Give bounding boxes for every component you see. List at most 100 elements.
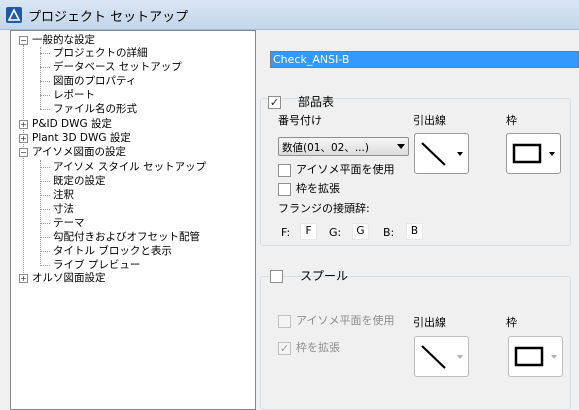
numbering-value: 数値(01、02、...) <box>282 142 369 154</box>
tree-item-label: プロジェクトの詳細 <box>53 47 148 59</box>
tree-item-live-preview[interactable]: ライブ プレビュー <box>53 258 253 272</box>
settings-tree[interactable]: − 一般的な設定 プロジェクトの詳細 データベース セットアップ 図面のプロパテ… <box>10 30 256 410</box>
spool-frame-label: 枠 <box>506 316 517 329</box>
tree-item-label: アイソメ スタイル セットアップ <box>53 161 207 173</box>
tree-item-drawing-properties[interactable]: 図面のプロパティ <box>53 74 253 88</box>
tree-line <box>40 181 50 182</box>
collapse-icon[interactable]: − <box>19 148 28 157</box>
tree-line <box>40 223 50 224</box>
tree-item-label: 寸法 <box>53 203 74 215</box>
tree-line <box>40 160 41 264</box>
tree-line <box>23 45 24 277</box>
spool-use-iso-plane-checkbox[interactable] <box>278 315 291 328</box>
spool-leader-label: 引出線 <box>413 316 446 329</box>
tree-line <box>40 53 50 54</box>
tree-item-label: アイソメ図面の設定 <box>32 146 126 158</box>
frame-label: 枠 <box>506 114 517 127</box>
flange-b-input[interactable]: B <box>406 223 423 240</box>
tree-line <box>40 265 50 266</box>
tree-item-title-block-display[interactable]: タイトル ブロックと表示 <box>53 244 253 258</box>
dropdown-arrow-icon <box>549 152 555 156</box>
flange-g-key: G: <box>329 226 342 239</box>
tree-item-label: ライブ プレビュー <box>53 259 141 271</box>
expand-icon[interactable]: + <box>19 274 28 283</box>
tree-item-report[interactable]: レポート <box>53 88 253 102</box>
spool-label: スプール <box>300 269 349 283</box>
diagonal-line-icon <box>421 345 446 369</box>
tree-item-label: Plant 3D DWG 設定 <box>32 132 131 144</box>
tree-item-annotation[interactable]: 注釈 <box>53 188 253 202</box>
style-name-field[interactable]: Check_ANSI-B <box>270 51 579 68</box>
leader-picker[interactable] <box>414 133 469 174</box>
collapse-icon[interactable]: − <box>19 36 28 45</box>
tree-item-label: 勾配付きおよびオフセット配管 <box>53 231 200 243</box>
tree-item-label: 注釈 <box>53 189 74 201</box>
rectangle-frame-icon <box>514 346 544 367</box>
dropdown-arrow-icon <box>551 355 557 359</box>
expand-frame-checkbox[interactable] <box>278 183 291 196</box>
use-iso-plane-checkbox[interactable] <box>278 164 291 177</box>
tree-item-dimensions[interactable]: 寸法 <box>53 202 253 216</box>
tree-line <box>40 47 41 109</box>
use-iso-plane-label: アイソメ平面を使用 <box>296 163 395 176</box>
expand-icon[interactable]: + <box>19 120 28 129</box>
dropdown-arrow-icon <box>457 355 463 359</box>
rectangle-frame-icon <box>512 143 542 164</box>
tree-item-file-name-format[interactable]: ファイル名の形式 <box>53 102 253 116</box>
tree-item-label: 既定の設定 <box>53 175 106 187</box>
tree-item-label: レポート <box>53 89 95 101</box>
dropdown-arrow-icon <box>457 152 463 156</box>
expand-icon[interactable]: + <box>19 134 28 143</box>
tree-item-ortho-drawing-settings[interactable]: + オルソ図面設定 <box>14 271 254 285</box>
tree-item-iso-style-setup[interactable]: アイソメ スタイル セットアップ <box>53 160 253 174</box>
settings-panel: Check_ANSI-B ✓ 部品表 番号付け 数値(01、02、...) 引出… <box>256 30 579 410</box>
dropdown-arrow-icon <box>397 144 405 149</box>
tree-item-iso-drawing-settings[interactable]: − アイソメ図面の設定 <box>14 145 254 159</box>
tree-item-project-details[interactable]: プロジェクトの詳細 <box>53 46 253 60</box>
autocad-logo-icon <box>6 7 22 23</box>
tree-line <box>40 167 50 168</box>
spool-leader-picker[interactable] <box>414 336 469 377</box>
tree-item-label: 一般的な設定 <box>32 34 95 46</box>
spool-checkbox[interactable] <box>270 270 283 283</box>
tree-line <box>40 95 50 96</box>
spool-expand-frame-checkbox[interactable]: ✓ <box>278 342 291 355</box>
frame-picker[interactable] <box>506 133 561 174</box>
tree-line <box>40 81 50 82</box>
tree-item-label: タイトル ブロックと表示 <box>53 245 172 257</box>
title-bar: プロジェクト セットアップ <box>0 0 579 30</box>
numbering-label: 番号付け <box>278 114 322 127</box>
spool-frame-picker[interactable] <box>508 336 563 377</box>
tree-line <box>40 209 50 210</box>
spool-use-iso-plane-label: アイソメ平面を使用 <box>296 314 395 327</box>
tree-item-label: 図面のプロパティ <box>53 75 137 87</box>
tree-item-database-setup[interactable]: データベース セットアップ <box>53 60 253 74</box>
parts-list-label: 部品表 <box>298 95 335 109</box>
tree-item-label: オルソ図面設定 <box>32 272 106 284</box>
leader-label: 引出線 <box>413 114 446 127</box>
tree-item-general-settings[interactable]: − 一般的な設定 <box>14 33 254 47</box>
tree-item-theme[interactable]: テーマ <box>53 216 253 230</box>
tree-item-sloped-offset-piping[interactable]: 勾配付きおよびオフセット配管 <box>53 230 253 244</box>
flange-f-input[interactable]: F <box>300 223 317 240</box>
numbering-dropdown[interactable]: 数値(01、02、...) <box>278 137 409 156</box>
tree-item-label: P&ID DWG 設定 <box>32 118 112 130</box>
parts-list-checkbox[interactable]: ✓ <box>268 96 281 109</box>
flange-g-input[interactable]: G <box>352 223 369 240</box>
flange-prefix-label: フランジの接頭辞: <box>278 202 370 215</box>
window-title: プロジェクト セットアップ <box>28 10 189 25</box>
tree-item-label: データベース セットアップ <box>53 61 182 73</box>
spool-expand-frame-label: 枠を拡張 <box>296 341 340 354</box>
flange-b-key: B: <box>383 226 395 239</box>
diagonal-line-icon <box>421 142 446 166</box>
tree-item-default-settings[interactable]: 既定の設定 <box>53 174 253 188</box>
tree-line <box>40 251 50 252</box>
tree-line <box>40 109 50 110</box>
tree-item-pid-dwg-settings[interactable]: + P&ID DWG 設定 <box>14 117 254 131</box>
tree-line <box>40 67 50 68</box>
tree-line <box>40 195 50 196</box>
tree-item-label: テーマ <box>53 217 85 229</box>
tree-item-label: ファイル名の形式 <box>53 103 137 115</box>
expand-frame-label: 枠を拡張 <box>296 182 340 195</box>
tree-item-plant3d-dwg-settings[interactable]: + Plant 3D DWG 設定 <box>14 131 254 145</box>
